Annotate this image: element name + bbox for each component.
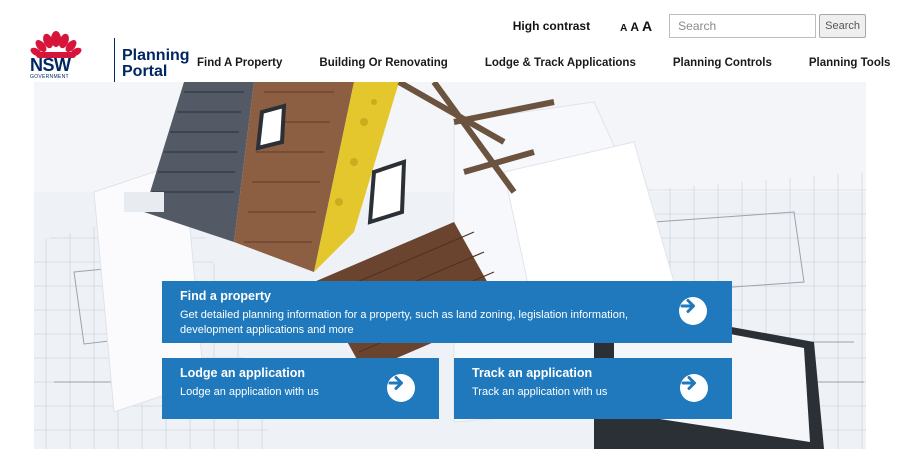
nsw-planning-portal-logo[interactable]: NSW GOVERNMENT Planning Portal bbox=[30, 30, 190, 84]
main-nav: Find A Property Building Or Renovating L… bbox=[197, 57, 890, 69]
arrow-right-circle-icon[interactable] bbox=[387, 374, 415, 402]
lodge-application-description: Lodge an application with us bbox=[180, 386, 319, 398]
site-header: NSW GOVERNMENT Planning Portal High cont… bbox=[0, 0, 900, 82]
text-size-small[interactable]: A bbox=[620, 23, 627, 34]
logo-divider bbox=[114, 38, 115, 82]
text-size-controls: A A A bbox=[620, 18, 655, 34]
high-contrast-toggle[interactable]: High contrast bbox=[513, 19, 590, 33]
nav-item-planning-controls[interactable]: Planning Controls bbox=[673, 57, 772, 69]
text-size-large[interactable]: A bbox=[642, 18, 652, 34]
portal-name-line2: Portal bbox=[122, 63, 168, 80]
nav-item-planning-tools[interactable]: Planning Tools bbox=[809, 57, 891, 69]
lodge-application-card[interactable]: Lodge an application Lodge an applicatio… bbox=[162, 358, 439, 419]
portal-name-line1: Planning bbox=[122, 47, 190, 64]
arrow-right-circle-icon[interactable] bbox=[679, 297, 707, 325]
arrow-right-circle-icon[interactable] bbox=[680, 374, 708, 402]
text-size-medium[interactable]: A bbox=[630, 20, 639, 34]
find-a-property-title: Find a property bbox=[180, 289, 271, 303]
track-application-title: Track an application bbox=[472, 366, 593, 380]
nav-item-lodge-track-applications[interactable]: Lodge & Track Applications bbox=[485, 57, 636, 69]
find-a-property-card[interactable]: Find a property Get detailed planning in… bbox=[162, 281, 732, 343]
lodge-application-title: Lodge an application bbox=[180, 366, 306, 380]
nsw-label: NSW bbox=[30, 55, 71, 75]
find-a-property-description: Get detailed planning information for a … bbox=[180, 309, 629, 336]
utility-bar: High contrast A A A Search bbox=[513, 14, 866, 38]
hero-house-illustration bbox=[34, 82, 866, 449]
nav-item-building-or-renovating[interactable]: Building Or Renovating bbox=[319, 57, 447, 69]
search-input[interactable] bbox=[669, 14, 817, 38]
nav-item-find-a-property[interactable]: Find A Property bbox=[197, 57, 282, 69]
hero-banner: Find a property Get detailed planning in… bbox=[34, 82, 866, 449]
government-label: GOVERNMENT bbox=[30, 74, 69, 80]
search-button[interactable]: Search bbox=[819, 14, 866, 38]
nsw-wordmark: NSW GOVERNMENT bbox=[30, 56, 71, 80]
portal-name: Planning Portal bbox=[122, 48, 190, 80]
track-application-card[interactable]: Track an application Track an applicatio… bbox=[454, 358, 732, 419]
track-application-description: Track an application with us bbox=[472, 386, 608, 398]
